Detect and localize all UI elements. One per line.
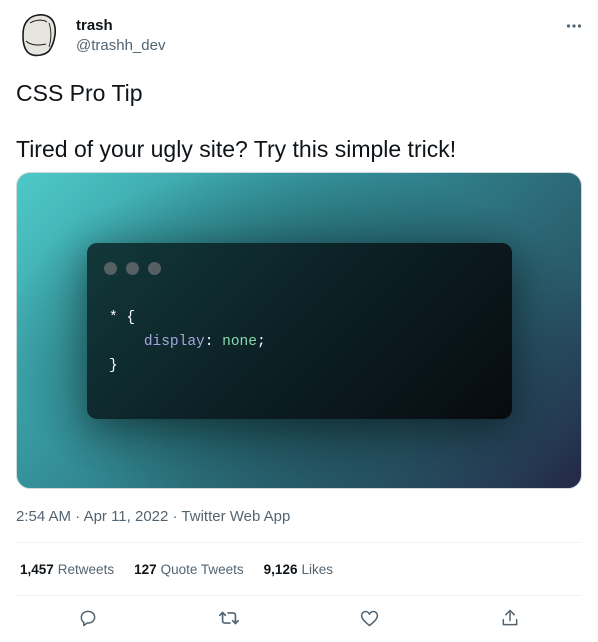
reply-icon [80, 610, 96, 627]
code-selector-open: * { [109, 310, 136, 326]
likes-label: Likes [301, 562, 333, 577]
code-close: } [109, 358, 118, 374]
tweet-text-line-2: Tired of your ugly site? Try this simple… [16, 136, 457, 162]
tweet-card: trash @trashh_dev CSS Pro Tip Tired of y… [0, 0, 598, 642]
code-colon: : [204, 334, 223, 350]
quote-tweets-stat[interactable]: 127 Quote Tweets [134, 561, 244, 579]
more-options-button[interactable] [562, 14, 586, 38]
window-dot [104, 262, 117, 275]
divider [16, 542, 582, 543]
likes-stat[interactable]: 9,126 Likes [264, 561, 333, 579]
retweets-count: 1,457 [20, 562, 54, 577]
code-semicolon: ; [256, 334, 266, 350]
heart-icon [360, 610, 378, 626]
code-property: display [143, 334, 205, 350]
retweets-stat[interactable]: 1,457 Retweets [20, 561, 114, 579]
like-button[interactable] [358, 607, 380, 629]
tweet-timestamp: 2:54 AM · Apr 11, 2022 · Twitter Web App [16, 507, 290, 527]
avatar[interactable] [16, 11, 64, 59]
more-horizontal-icon [566, 24, 582, 28]
retweet-icon [219, 611, 239, 625]
tweet-text-line-1: CSS Pro Tip [16, 80, 143, 106]
tweet-date[interactable]: Apr 11, 2022 [84, 508, 169, 525]
author-block[interactable]: trash @trashh_dev [76, 16, 165, 56]
retweets-label: Retweets [57, 562, 115, 577]
code-window: * { display: none; } [87, 243, 512, 419]
meta-separator: · [168, 508, 182, 525]
divider [16, 595, 582, 596]
window-dots [104, 262, 161, 275]
tweet-time[interactable]: 2:54 AM [16, 508, 71, 525]
tweet-media-image[interactable]: * { display: none; } [16, 172, 582, 489]
share-icon [502, 609, 518, 626]
quote-tweets-count: 127 [134, 562, 157, 577]
tweet-actions [0, 607, 598, 631]
window-dot [126, 262, 139, 275]
author-handle[interactable]: @trashh_dev [76, 36, 165, 56]
likes-count: 9,126 [263, 562, 298, 577]
tweet-source[interactable]: Twitter Web App [181, 508, 290, 525]
author-display-name[interactable]: trash [76, 16, 165, 35]
code-value: none [222, 334, 257, 350]
quote-tweets-label: Quote Tweets [160, 562, 244, 577]
tweet-stats: 1,457 Retweets 127 Quote Tweets 9,126 Likes [20, 561, 333, 579]
window-dot [148, 262, 161, 275]
code-snippet: * { display: none; } [109, 306, 266, 378]
reply-button[interactable] [77, 607, 99, 629]
retweet-button[interactable] [218, 607, 240, 629]
share-button[interactable] [499, 607, 521, 629]
meta-separator: · [71, 508, 84, 525]
